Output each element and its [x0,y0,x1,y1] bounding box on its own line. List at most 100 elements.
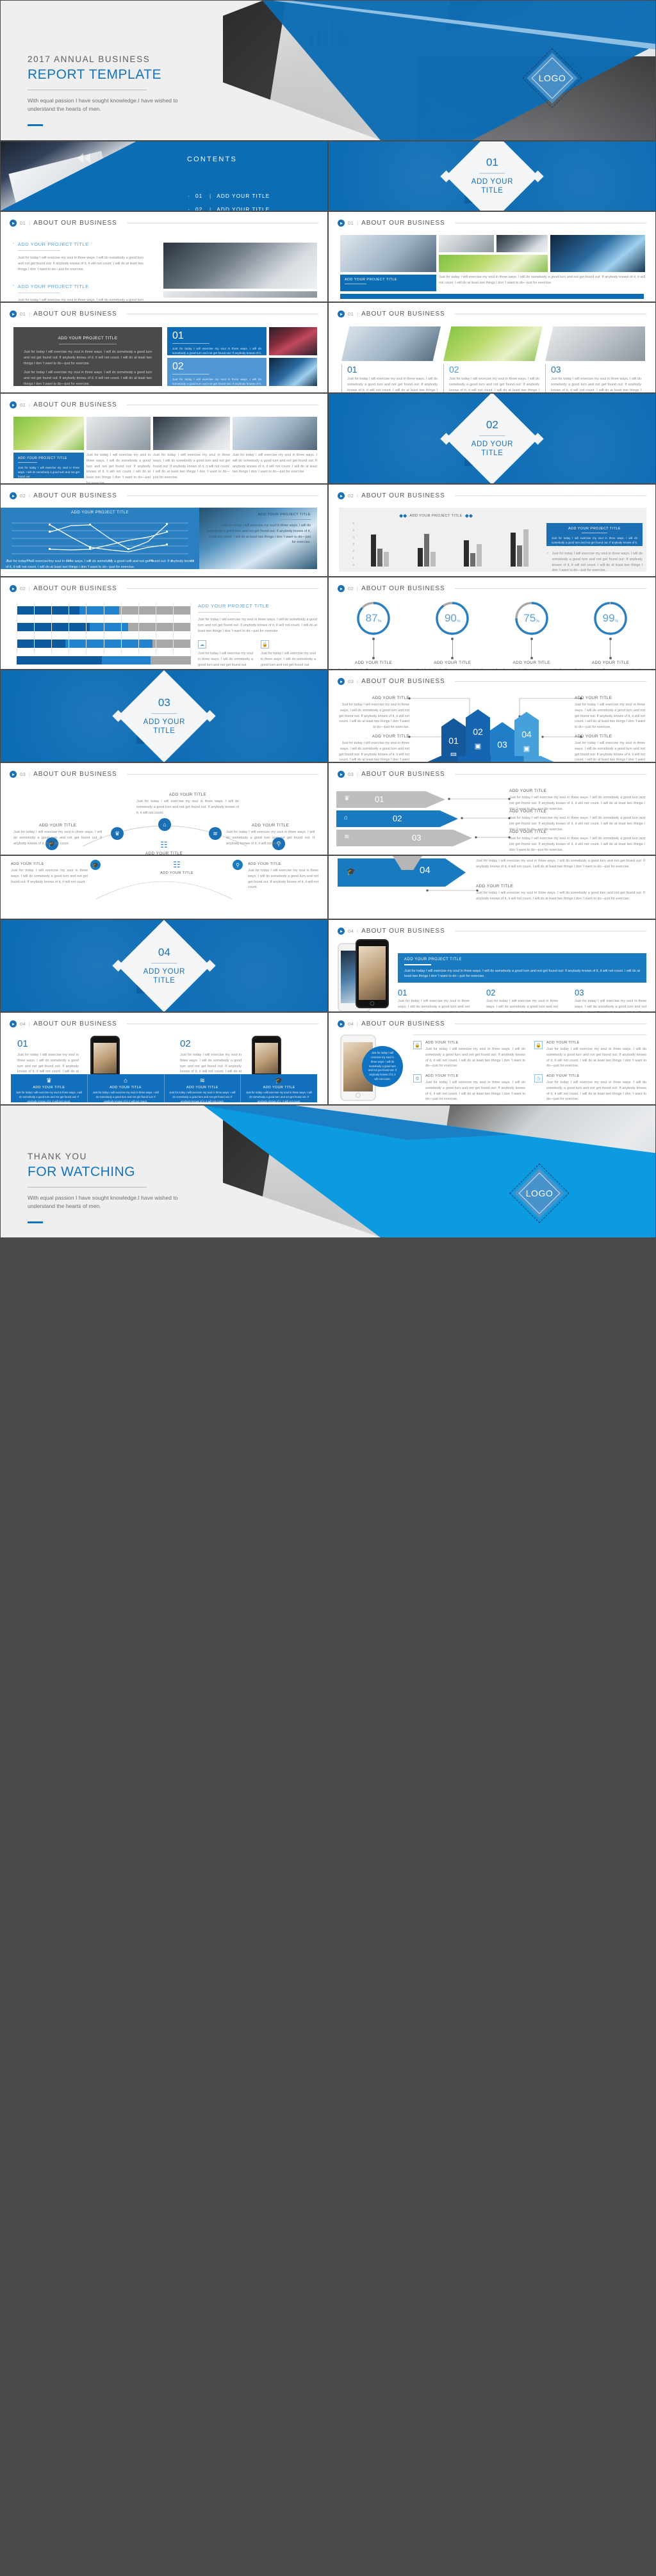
header-number: 04 [348,928,354,934]
slide-image-grid[interactable]: 01 | ABOUT OUR BUSINESS ADD YOUR PROJECT… [0,393,328,484]
slide-people-timeline[interactable]: ADD YOUR TITLE Just for today I will exe… [0,855,328,919]
feature-item[interactable]: ≋ ADD YOUR TITLE Just for today I will e… [165,1074,242,1103]
number-card-02[interactable]: 02 Just for today I will exercise my sou… [167,358,266,392]
list-bullet: · [188,206,190,211]
slide-arrow-steps[interactable]: 03 | ABOUT OUR BUSINESS ♛ 01 ⌂ 02 ≋ 03 A… [328,762,656,855]
progress-item: 75% ADD YOUR TITLE Just for today I will… [496,600,568,669]
header-separator: | [357,1021,359,1027]
slide-section-01[interactable]: 01 ADD YOUR TITLE [328,141,656,211]
slide-thank-you[interactable]: THANK YOU FOR WATCHING With equal passio… [0,1105,656,1238]
header-number: 04 [348,1021,354,1027]
chart-title: ADD YOUR PROJECT TITLE [70,511,129,515]
body-text: Just for today I will exercise my soul i… [368,1051,397,1081]
home-icon: ⌂ [344,814,348,821]
body-text: Just for today I will exercise my soul i… [575,741,645,762]
slide-image: ADD YOUR PROJECT TITLE Just for today I … [199,508,317,569]
project-title: ADD YOUR PROJECT TITLE [58,336,118,341]
list-item[interactable]: · 01 | ADD YOUR TITLE [188,193,270,199]
body-text: Just for today I will exercise my soul i… [404,969,640,979]
slide-section-04[interactable]: 04 ADD YOUR TITLE [0,919,328,1012]
slide-section-03[interactable]: 03 ADD YOUR TITLE [0,670,328,762]
header-number: 02 [20,493,26,499]
axis-tick: 1 [352,556,354,560]
slide-section-02[interactable]: 02 ADD YOUR TITLE [328,393,656,484]
header-title: ABOUT OUR BUSINESS [33,771,117,778]
slide-about-collage[interactable]: 01 | ABOUT OUR BUSINESS ADD YOUR PROJECT… [328,211,656,302]
slide-bar-chart[interactable]: 02 | ABOUT OUR BUSINESS ◆◆ ADD YOUR PROJ… [328,484,656,577]
slide-phone-features[interactable]: 04 | ABOUT OUR BUSINESS Just for today I… [328,1012,656,1105]
arrow-step-02[interactable]: ⌂ 02 [336,810,458,827]
slide-about-text-image[interactable]: 01 | ABOUT OUR BUSINESS ADD YOUR PROJECT… [0,211,328,302]
slide-3d-bars[interactable]: 03 | ABOUT OUR BUSINESS ADD YOUR TITLE J… [328,670,656,762]
slide-cover[interactable]: 2017 ANNUAL BUSINESS REPORT TEMPLATE Wit… [0,0,656,141]
slide-two-phones[interactable]: 04 | ABOUT OUR BUSINESS 01 Just for toda… [0,1012,328,1105]
phone-caption-panel: ADD YOUR PROJECT TITLE Just for today I … [398,953,646,983]
progress-group: 87% ADD YOUR TITLE Just for today I will… [338,600,646,669]
slide-hbar-chart[interactable]: 02 | ABOUT OUR BUSINESS ADD YOUR PROJECT… [0,577,328,670]
caption-title: ADD YOUR TITLE [509,789,547,793]
body-text: Just for today I will exercise my soul i… [24,350,152,366]
header-separator: | [29,771,31,777]
header-separator: | [357,771,359,777]
home-icon[interactable]: ⌂ [158,818,171,831]
slide-header: 04 | ABOUT OUR BUSINESS [338,1020,646,1027]
slide-arc-timeline[interactable]: 03 | ABOUT OUR BUSINESS ADD YOUR TITLE J… [0,762,328,855]
highlight-bubble: Just for today I will exercise my soul i… [362,1046,403,1087]
list-separator: | [209,193,212,199]
callout-title: ADD YOUR TITLE [372,696,409,700]
slide-image [443,326,543,361]
thanks-text-block: THANK YOU FOR WATCHING With equal passio… [28,1152,197,1223]
play-icon [338,771,345,778]
deck-row-13: THANK YOU FOR WATCHING With equal passio… [0,1105,656,1238]
feature-title: ADD YOUR TITLE [546,1074,580,1078]
body-text: Just for today I will exercise my soul i… [347,377,438,392]
header-title: ABOUT OUR BUSINESS [361,678,445,685]
layers-icon[interactable]: ≋ [209,827,222,840]
slide-dark-panel[interactable]: 01 | ABOUT OUR BUSINESS ADD YOUR PROJECT… [0,302,328,393]
feature-item[interactable]: 🔒 ADD YOUR TITLE Just for today I will e… [534,1041,646,1069]
number-card-01[interactable]: 01 Just for today I will exercise my sou… [167,327,266,364]
callout-top-left: ADD YOUR TITLE Just for today I will exe… [339,696,409,730]
slide-three-columns[interactable]: 01 | ABOUT OUR BUSINESS 01 Just for toda… [328,302,656,393]
slide-phone-mockup[interactable]: 04 | ABOUT OUR BUSINESS ADD YOUR PROJECT… [328,919,656,1012]
step-caption: ADD YOUR TITLE Just for today I will exe… [476,884,645,902]
gear-icon: ⚙ [413,1074,422,1083]
feature-item[interactable]: ◷ ADD YOUR TITLE Just for today I will e… [534,1074,646,1102]
feature-title: ADD YOUR TITLE [425,1041,459,1045]
feature-item[interactable]: 🎓 ADD YOUR TITLE Just for today I will e… [241,1074,317,1103]
body-text: Just for today I will exercise my soul i… [86,453,151,484]
slide-contents[interactable]: CONTENTS · 01 | ADD YOUR TITLE · 02 | AD… [0,141,328,211]
header-title: ABOUT OUR BUSINESS [361,928,445,935]
slide-arrow-04[interactable]: 🎓 04 Just for today I will exercise my s… [328,855,656,919]
axis-tick: 5 [352,528,354,532]
cover-eyebrow: 2017 ANNUAL BUSINESS [28,54,151,64]
header-number: 01 [348,220,354,226]
step-caption-01: ADD YOUR TITLE Just for today I will exe… [509,789,645,812]
trophy-icon[interactable]: ♛ [111,827,124,840]
feature-item[interactable]: ⌂ ADD YOUR TITLE Just for today I will e… [88,1074,165,1103]
caption-panel: ADD YOUR PROJECT TITLE [340,275,436,291]
header-title: ABOUT OUR BUSINESS [33,310,117,318]
slide-percent-circles[interactable]: 02 | ABOUT OUR BUSINESS 87% ADD YOUR TIT… [328,577,656,670]
axis-tick: 0 [352,563,354,567]
slide-line-chart[interactable]: 02 | ABOUT OUR BUSINESS ADD YOUR PROJECT… [0,484,328,577]
list-item[interactable]: · 02 | ADD YOUR TITLE [188,206,270,211]
arrow-step-01[interactable]: ♛ 01 [336,791,445,808]
text-column: ADD YOUR PROJECT TITLE Just for today I … [198,603,317,669]
feature-item[interactable]: ⚙ ADD YOUR TITLE Just for today I will e… [413,1074,525,1102]
bar-02: 02 ▣ [466,718,490,757]
logo-badge[interactable]: LOGO [509,1163,570,1223]
feature-title: ADD YOUR TITLE [546,1041,580,1045]
connector-line [426,889,479,892]
list-separator: | [209,206,212,211]
header-number: 03 [348,679,354,684]
column-number: 02 [449,364,459,374]
layers-icon: ≋ [199,1077,206,1084]
feature-item[interactable]: 🔒 ADD YOUR TITLE Just for today I will e… [413,1041,525,1069]
slide-image [545,326,645,361]
logo-badge[interactable]: LOGO [522,48,582,108]
callout-title: ADD YOUR TITLE [575,696,612,700]
feature-item[interactable]: ♛ ADD YOUR TITLE Just for today I will e… [11,1074,88,1103]
project-title: ADD YOUR PROJECT TITLE [568,527,621,531]
body-text: Just for today I will exercise my soul i… [169,1091,236,1103]
